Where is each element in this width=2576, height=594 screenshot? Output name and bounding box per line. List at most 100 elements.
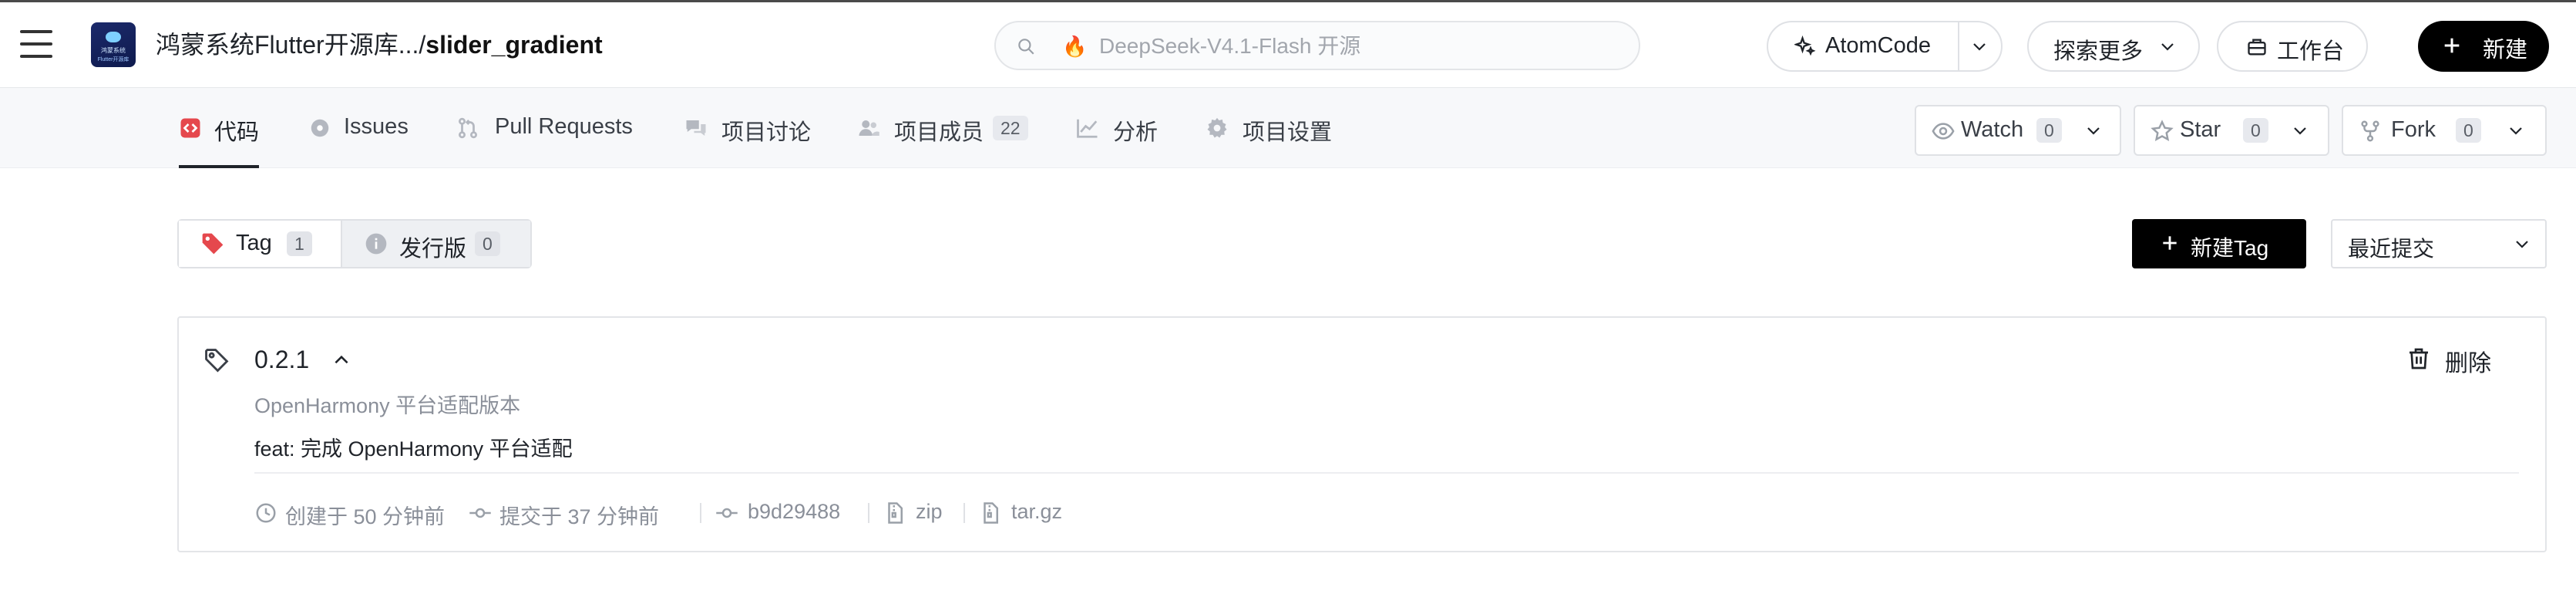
commit-hash-link[interactable]: b9d29488 — [700, 498, 854, 529]
archive-file-icon — [888, 502, 903, 524]
logo-text-secondary: Flutter开源库 — [97, 57, 129, 62]
breadcrumb-separator: / — [419, 31, 426, 59]
eye-icon — [1932, 123, 1955, 140]
commit-icon — [716, 508, 738, 518]
active-tab-indicator — [179, 165, 259, 168]
tag-outline-icon — [205, 349, 229, 373]
download-targz-label: tar.gz — [1011, 500, 1063, 523]
sparkle-icon — [1794, 35, 1816, 56]
star-icon — [2151, 120, 2174, 142]
analytics-icon — [1077, 119, 1098, 138]
tab-pull-requests-label: Pull Requests — [495, 114, 633, 139]
sort-selected-value: 最近提交 — [2348, 237, 2435, 261]
watch-label: Watch — [1961, 117, 2024, 142]
archive-file-icon — [984, 502, 998, 524]
star-count-badge: 0 — [2243, 118, 2268, 143]
workbench-button[interactable]: 工作台 — [2217, 21, 2368, 72]
watch-button[interactable]: Watch 0 — [1915, 105, 2121, 156]
tab-releases[interactable]: 发行版 0 — [341, 221, 530, 267]
code-icon — [180, 118, 200, 138]
download-zip-link[interactable]: zip — [868, 498, 953, 529]
tag-committed-time: 提交于 37 分钟前 — [469, 498, 684, 529]
fork-label: Fork — [2391, 117, 2436, 142]
breadcrumb-repo[interactable]: slider_gradient — [425, 31, 602, 59]
divider — [254, 472, 2519, 474]
breadcrumb-org[interactable]: 鸿蒙系统Flutter开源库... — [156, 31, 419, 59]
commit-hash-label: b9d29488 — [748, 500, 841, 523]
atomcode-split-button: AtomCode — [1767, 21, 2003, 72]
atomcode-dropdown-toggle[interactable] — [1959, 22, 2001, 70]
menu-icon[interactable] — [20, 30, 52, 61]
workbench-label: 工作台 — [2277, 39, 2345, 64]
trash-icon — [2410, 348, 2428, 370]
create-new-label: 新建 — [2483, 38, 2528, 62]
tab-tags[interactable]: Tag 1 — [179, 221, 341, 267]
new-tag-button[interactable]: 新建Tag — [2132, 219, 2306, 268]
watch-count-badge: 0 — [2036, 118, 2062, 143]
tab-analytics-label: 分析 — [1113, 120, 1159, 145]
tab-discussions[interactable]: 项目讨论 — [684, 88, 812, 168]
issue-icon — [311, 119, 329, 137]
breadcrumb: 鸿蒙系统Flutter开源库.../slider_gradient — [156, 29, 603, 61]
atomcode-button[interactable]: AtomCode — [1768, 22, 1959, 70]
tab-releases-label: 发行版 — [399, 237, 467, 262]
briefcase-icon — [2248, 39, 2266, 56]
tab-code-label: 代码 — [214, 120, 260, 145]
create-new-button[interactable]: 新建 — [2418, 21, 2549, 72]
chevron-down-icon — [2516, 241, 2528, 248]
explore-more-button[interactable]: 探索更多 — [2027, 21, 2200, 72]
delete-tag-label: 删除 — [2445, 351, 2491, 376]
search-icon — [1018, 39, 1034, 55]
tab-code[interactable]: 代码 — [179, 88, 259, 168]
tag-count-badge: 1 — [287, 231, 312, 256]
repo-avatar[interactable]: 鸿蒙系统 Flutter开源库 — [91, 22, 136, 67]
download-targz-link[interactable]: tar.gz — [963, 498, 1079, 529]
tag-created-time: 创建于 50 分钟前 — [254, 498, 455, 529]
chevron-down-icon — [1973, 43, 1986, 51]
fork-button[interactable]: Fork 0 — [2342, 105, 2547, 156]
commit-icon — [469, 508, 491, 518]
tab-pull-requests[interactable]: Pull Requests — [456, 88, 641, 168]
star-button[interactable]: Star 0 — [2134, 105, 2329, 156]
delete-tag-button[interactable]: 删除 — [2406, 343, 2522, 376]
atomcode-label: AtomCode — [1825, 33, 1932, 58]
release-count-badge: 0 — [475, 231, 500, 256]
members-icon — [859, 120, 879, 136]
tab-discussions-label: 项目讨论 — [721, 120, 812, 145]
tag-commit-message: feat: 完成 OpenHarmony 平台适配 — [254, 437, 573, 461]
tag-name[interactable]: 0.2.1 — [254, 346, 309, 374]
info-icon — [365, 233, 387, 255]
top-header: 鸿蒙系统 Flutter开源库 鸿蒙系统Flutter开源库.../slider… — [0, 0, 2576, 88]
tab-tags-label: Tag — [236, 231, 272, 255]
explore-more-label: 探索更多 — [2053, 39, 2144, 64]
tab-settings[interactable]: 项目设置 — [1206, 88, 1337, 168]
chevron-up-icon[interactable] — [331, 350, 351, 370]
fork-count-badge: 0 — [2456, 118, 2481, 143]
sort-select[interactable]: 最近提交 — [2331, 219, 2547, 268]
plus-icon — [2163, 236, 2177, 250]
clock-icon — [256, 503, 276, 523]
tag-committed-label: 提交于 37 分钟前 — [499, 505, 660, 528]
tag-icon — [202, 233, 224, 255]
download-zip-label: zip — [916, 500, 943, 523]
tab-members-label: 项目成员 — [894, 120, 984, 145]
fork-icon — [2361, 120, 2379, 142]
tab-settings-label: 项目设置 — [1243, 120, 1333, 145]
chevron-down-icon — [2294, 127, 2306, 135]
tab-issues-label: Issues — [344, 114, 409, 139]
repo-nav-bar: 代码 Issues Pull Requests 项目讨论 项目成员 22 分析 … — [0, 88, 2576, 168]
chevron-down-icon — [2161, 43, 2174, 51]
discussion-icon — [686, 120, 706, 136]
members-count-badge: 22 — [993, 116, 1028, 140]
search-input[interactable] — [1099, 30, 1608, 62]
tab-issues[interactable]: Issues — [308, 88, 413, 168]
global-search[interactable]: 🔥 — [994, 21, 1640, 70]
tag-created-label: 创建于 50 分钟前 — [285, 505, 446, 528]
tab-analytics[interactable]: 分析 — [1076, 88, 1161, 168]
tab-members[interactable]: 项目成员 22 — [857, 88, 1031, 168]
logo-text-primary: 鸿蒙系统 — [101, 47, 126, 54]
plus-icon — [2444, 38, 2460, 53]
chevron-down-icon — [2087, 127, 2100, 135]
star-label: Star — [2180, 117, 2221, 142]
tag-release-switcher: Tag 1 发行版 0 — [177, 219, 532, 268]
